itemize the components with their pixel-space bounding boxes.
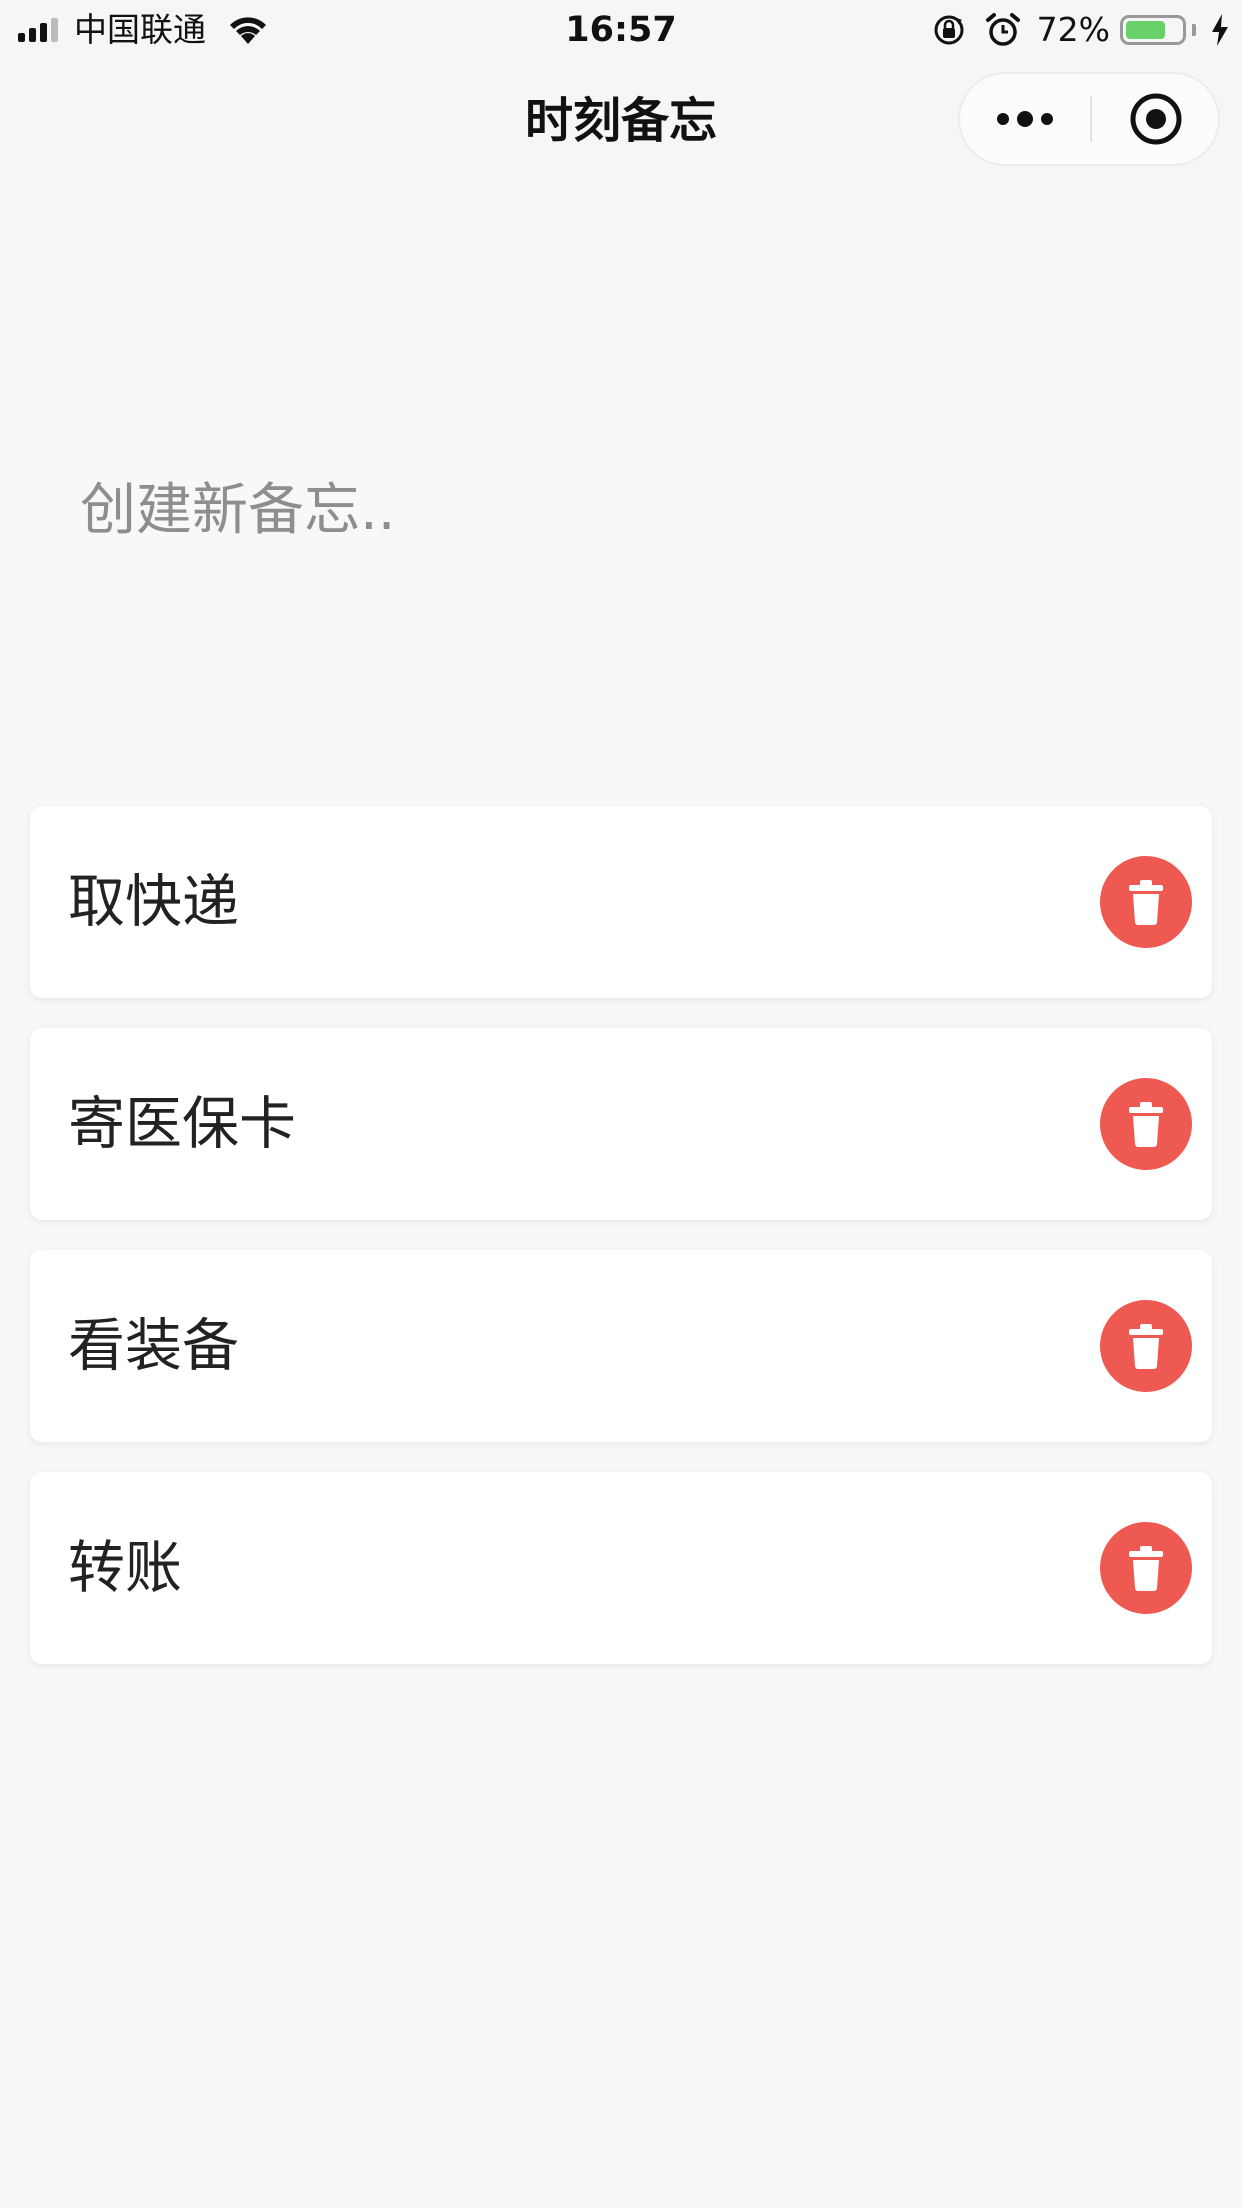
delete-memo-button[interactable] [1100,1078,1192,1170]
mini-program-capsule [958,72,1220,166]
memo-text: 寄医保卡 [68,1091,296,1157]
new-memo-input[interactable] [60,460,1160,560]
alarm-icon [985,13,1020,46]
battery-fill [1126,21,1165,39]
more-button[interactable] [960,74,1090,164]
charging-icon [1212,14,1228,46]
memo-item[interactable]: 取快递 [30,806,1212,998]
trash-icon [1129,1546,1163,1591]
delete-memo-button[interactable] [1100,856,1192,948]
status-bar-right: 72% [925,10,1230,50]
memo-item[interactable]: 转账 [30,1472,1212,1664]
nav-bar: 时刻备忘 [0,60,1242,192]
close-capsule-icon [1130,93,1182,145]
rotation-lock-icon [934,15,964,45]
status-bar: 中国联通 16:57 72% [0,0,1242,60]
more-icon [997,111,1053,127]
delete-memo-button[interactable] [1100,1300,1192,1392]
memo-list: 取快递 寄医保卡 看装备 转账 [30,806,1212,1694]
memo-item[interactable]: 寄医保卡 [30,1028,1212,1220]
trash-icon [1129,1102,1163,1147]
memo-text: 取快递 [68,869,239,935]
trash-icon [1129,1324,1163,1369]
battery-percent: 72% [1036,10,1110,49]
memo-item[interactable]: 看装备 [30,1250,1212,1442]
delete-memo-button[interactable] [1100,1522,1192,1614]
battery-tip [1192,24,1196,36]
memo-text: 转账 [68,1535,182,1601]
memo-text: 看装备 [68,1313,239,1379]
close-capsule-button[interactable] [1092,74,1220,164]
battery-icon [1120,15,1186,45]
trash-icon [1129,880,1163,925]
